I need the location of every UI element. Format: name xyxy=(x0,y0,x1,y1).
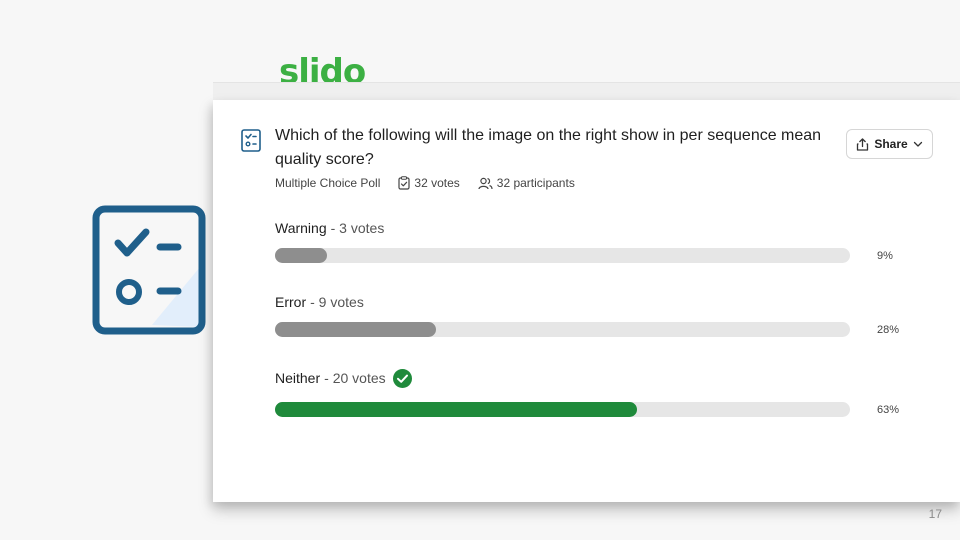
option-percent: 9% xyxy=(877,250,893,262)
option-percent: 63% xyxy=(877,404,900,416)
clipboard-check-icon xyxy=(398,176,410,190)
option-bar-fill xyxy=(275,248,327,263)
option-percent: 28% xyxy=(877,324,900,336)
participants-count-label: 32 participants xyxy=(496,176,575,190)
card-top-strip xyxy=(213,82,960,101)
votes-count-label: 32 votes xyxy=(414,176,460,190)
checklist-icon xyxy=(92,205,206,335)
option-name: Error xyxy=(275,294,307,310)
option-label: Warning - 3 votes xyxy=(275,218,895,238)
option-bar-fill xyxy=(275,402,638,417)
option-bar-track xyxy=(275,322,850,337)
option-name: Warning xyxy=(275,220,327,236)
poll-meta: Multiple Choice Poll 32 votes 32 partici… xyxy=(275,176,593,190)
slido-logo: slido xyxy=(279,52,366,84)
participants-count: 32 participants xyxy=(478,176,575,190)
poll-type-label: Multiple Choice Poll xyxy=(275,176,381,190)
option-votes: - 3 votes xyxy=(330,220,385,236)
option-bar-track xyxy=(275,402,850,417)
votes-count: 32 votes xyxy=(398,176,460,190)
poll-question: Which of the following will the image on… xyxy=(275,127,822,168)
option-bar-track xyxy=(275,248,850,263)
option-neither: Neither - 20 votes 63% xyxy=(275,368,899,422)
option-label: Error - 9 votes xyxy=(275,292,895,312)
share-label: Share xyxy=(874,137,908,151)
chevron-down-icon xyxy=(913,141,922,147)
option-label: Neither - 20 votes xyxy=(275,368,895,388)
people-icon xyxy=(478,177,493,189)
check-circle-icon xyxy=(392,368,412,388)
option-warning: Warning - 3 votes 9% xyxy=(275,218,895,268)
option-bar-fill xyxy=(275,322,436,337)
share-icon xyxy=(857,137,869,151)
option-votes: - 9 votes xyxy=(310,294,364,310)
option-error: Error - 9 votes 28% xyxy=(275,292,899,342)
poll-icon xyxy=(241,129,261,152)
poll-card: Which of the following will the image on… xyxy=(213,100,960,502)
option-name: Neither xyxy=(275,370,321,386)
poll-type: Multiple Choice Poll xyxy=(275,176,380,190)
slide-page-number: 17 xyxy=(928,507,942,521)
option-votes: - 20 votes xyxy=(324,370,386,386)
share-button[interactable]: Share xyxy=(846,129,933,159)
